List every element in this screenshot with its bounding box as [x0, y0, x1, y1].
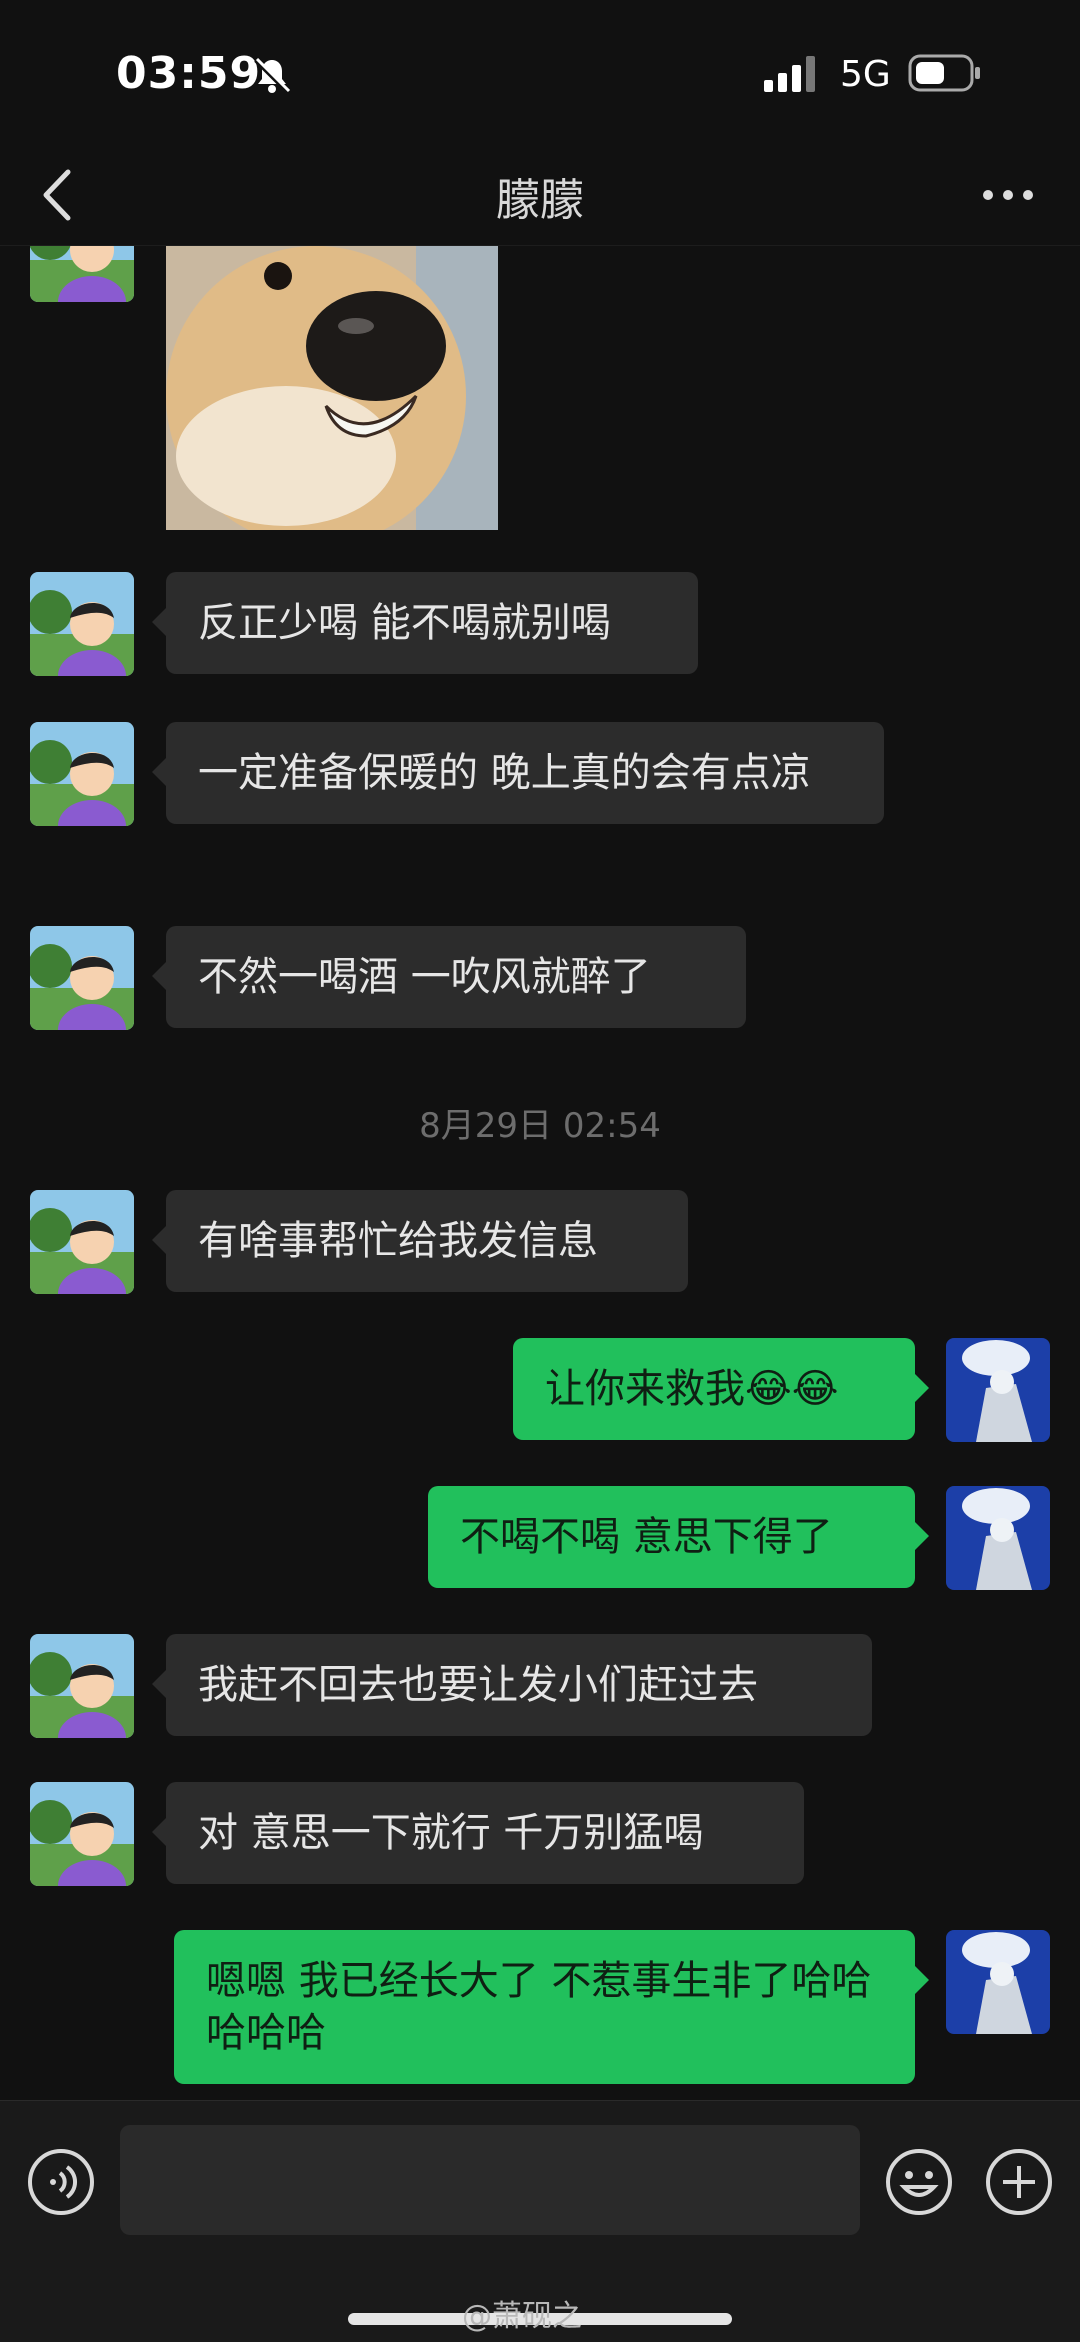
- chat-title: 朦朦: [496, 175, 584, 226]
- message-input[interactable]: [120, 2125, 860, 2235]
- contact-avatar[interactable]: [30, 572, 134, 676]
- contact-avatar[interactable]: [30, 1782, 134, 1886]
- emoji-icon[interactable]: [884, 2147, 954, 2217]
- signal-icon: [764, 56, 815, 92]
- more-dots-icon[interactable]: [980, 185, 1036, 205]
- voice-icon[interactable]: [26, 2147, 96, 2217]
- status-time: 03:59: [116, 48, 262, 99]
- contact-avatar[interactable]: [30, 926, 134, 1030]
- input-bar: @萧砚之: [0, 2100, 1080, 2342]
- message-bubble[interactable]: 让你来救我😂😂: [513, 1338, 929, 1440]
- message-bubble[interactable]: 我赶不回去也要让发小们赶过去: [152, 1634, 872, 1736]
- message-bubble[interactable]: 不喝不喝 意思下得了: [428, 1486, 929, 1588]
- contact-avatar[interactable]: [30, 1190, 134, 1294]
- message-bubble[interactable]: 反正少喝 能不喝就别喝: [152, 572, 698, 674]
- chat-timestamp: 8月29日 02:54: [419, 1106, 661, 1146]
- chat-messages[interactable]: 反正少喝 能不喝就别喝 一定准备保暖的 晚上真的会有点凉 不然一喝酒 一吹风就醉…: [0, 246, 1080, 2100]
- chat-header: 朦朦: [0, 140, 1080, 246]
- status-bar: 03:59 5G: [0, 0, 1080, 150]
- message-bubble[interactable]: 嗯嗯 我已经长大了 不惹事生非了哈哈哈哈哈: [174, 1930, 929, 2084]
- dog-meme-sticker[interactable]: [166, 246, 498, 530]
- message-bubble[interactable]: 不然一喝酒 一吹风就醉了: [152, 926, 746, 1028]
- watermark: @萧砚之: [462, 2299, 582, 2334]
- message-bubble[interactable]: 有啥事帮忙给我发信息: [152, 1190, 688, 1292]
- contact-avatar[interactable]: [30, 246, 134, 302]
- plus-icon[interactable]: [984, 2147, 1054, 2217]
- contact-avatar[interactable]: [30, 1634, 134, 1738]
- my-avatar[interactable]: [946, 1930, 1050, 2034]
- bell-off-icon: [254, 57, 291, 94]
- network-label: 5G: [840, 54, 891, 95]
- my-avatar[interactable]: [946, 1486, 1050, 1590]
- contact-avatar[interactable]: [30, 722, 134, 826]
- my-avatar[interactable]: [946, 1338, 1050, 1442]
- message-bubble[interactable]: 对 意思一下就行 千万别猛喝: [152, 1782, 804, 1884]
- battery-icon: [908, 54, 980, 92]
- message-bubble[interactable]: 一定准备保暖的 晚上真的会有点凉: [152, 722, 884, 824]
